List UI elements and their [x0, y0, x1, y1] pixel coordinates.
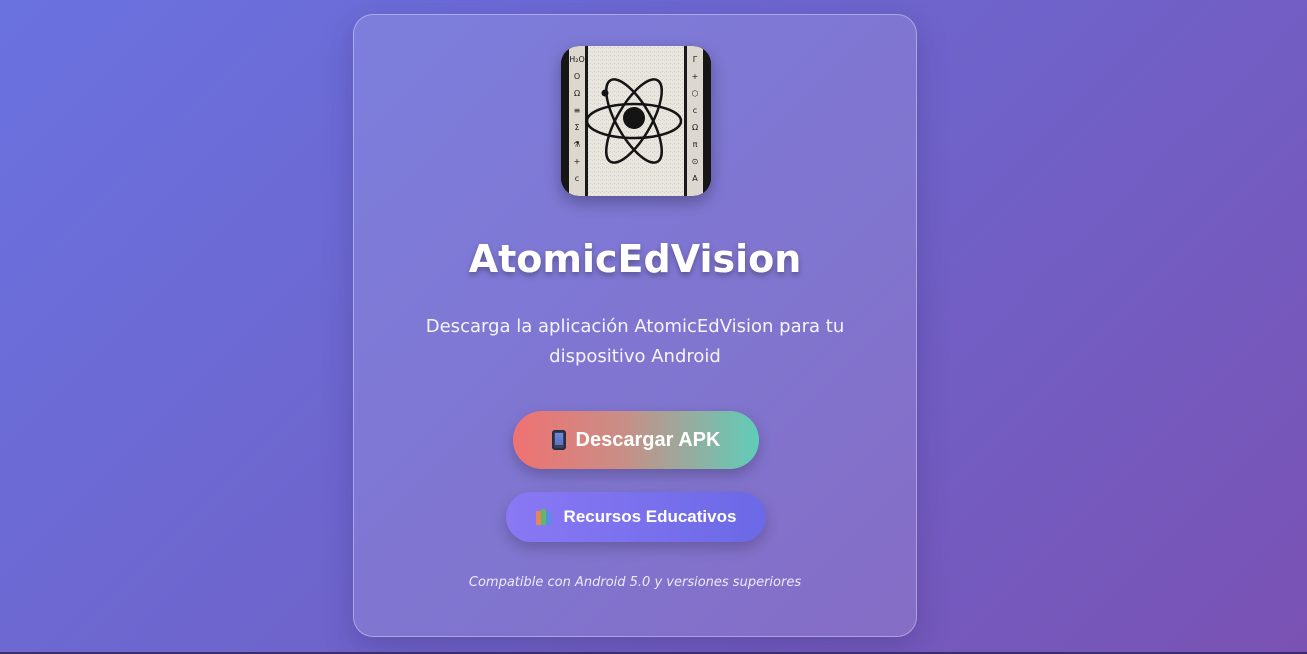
- mobile-phone-icon: [551, 430, 566, 450]
- logo-symbol: ⊙: [692, 157, 699, 166]
- app-description: Descarga la aplicación AtomicEdVision pa…: [425, 316, 845, 367]
- logo-symbol: +: [692, 72, 699, 81]
- educational-resources-label: Recursos Educativos: [563, 507, 737, 526]
- logo-symbol: c: [575, 174, 579, 183]
- download-card: H₂O O Ω ≡ Σ ⚗ + c Γ + ⬡ c Ωπ ⊙ A AtomicEdVision Desca…: [353, 14, 917, 637]
- logo-symbol: O: [574, 72, 580, 81]
- logo-symbol: H₂O: [569, 55, 585, 64]
- logo-symbol: Ω: [574, 89, 580, 98]
- logo-symbol: Ω: [692, 123, 698, 132]
- educational-resources-button[interactable]: Recursos Educativos: [506, 492, 766, 542]
- download-apk-button[interactable]: Descargar APK: [513, 411, 759, 469]
- logo-symbol: Σ: [574, 123, 579, 132]
- atom-icon: H₂OOΩ≡Σ⚗+c Γ+⬡cΩπ⊙A: [561, 46, 711, 196]
- compatibility-note: Compatible con Android 5.0 y versiones s…: [468, 575, 802, 590]
- logo-symbol: Γ: [693, 55, 698, 64]
- app-logo: H₂O O Ω ≡ Σ ⚗ + c Γ + ⬡ c Ωπ ⊙ A: [561, 46, 711, 196]
- logo-symbol: π: [693, 140, 698, 149]
- logo-symbol: +: [574, 157, 581, 166]
- logo-symbol: ⚗: [573, 140, 580, 149]
- logo-symbol: ≡: [574, 106, 581, 115]
- books-icon: [535, 509, 554, 525]
- logo-symbol: ⬡: [692, 89, 699, 98]
- logo-symbol: c: [693, 106, 697, 115]
- logo-symbol: A: [692, 174, 698, 183]
- app-title: AtomicEdVision: [468, 237, 802, 281]
- download-apk-label: Descargar APK: [575, 428, 721, 451]
